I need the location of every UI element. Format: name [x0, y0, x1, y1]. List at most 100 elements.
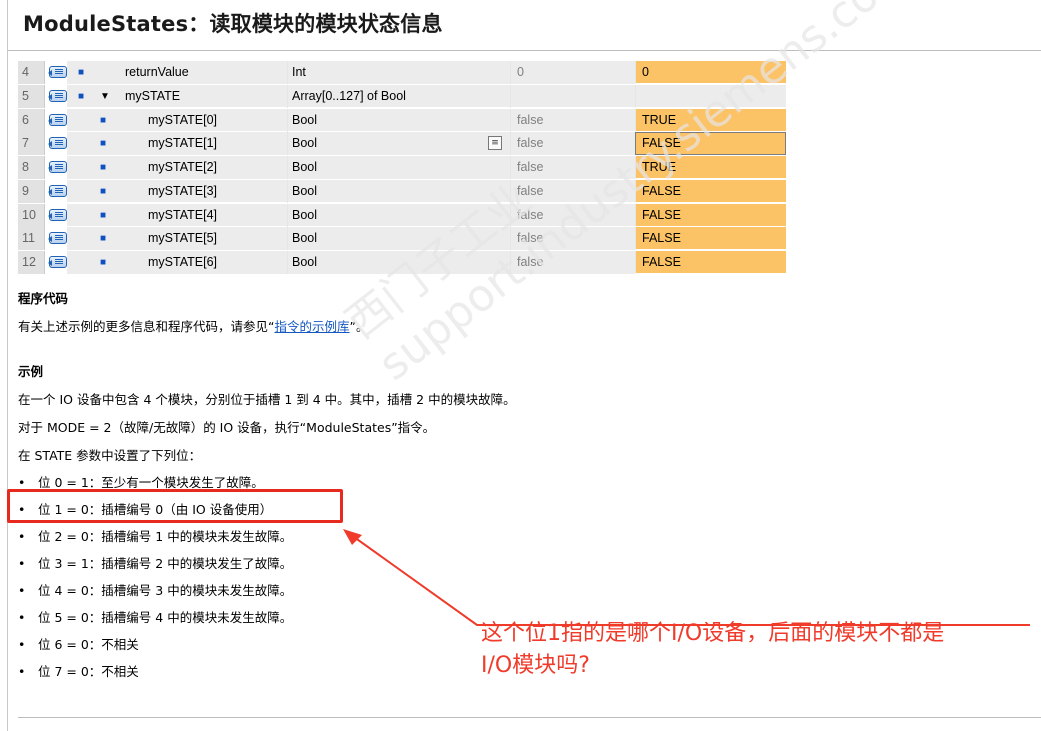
default-value: false	[510, 108, 635, 132]
variable-name: mySTATE[3]	[148, 183, 217, 198]
default-value: 0	[510, 61, 635, 84]
square-bullet-icon: ■	[100, 257, 107, 268]
bullet-item: • 位 3 = 1：插槽编号 2 中的模块发生了故障。	[18, 556, 293, 571]
variable-name: mySTATE[5]	[148, 231, 217, 246]
square-bullet-icon: ■	[100, 114, 107, 126]
data-type: Int	[287, 61, 510, 84]
row-number: 9	[18, 179, 45, 203]
footer-divider	[18, 717, 1041, 718]
row-number: 5	[18, 84, 45, 108]
input-param-icon	[45, 132, 67, 155]
default-value: false	[510, 132, 635, 156]
default-value: false	[510, 251, 635, 274]
table-row[interactable]: 9 ■ mySTATE[3] Bool false FALSE	[18, 179, 786, 204]
bullet-item: • 位 2 = 0：插槽编号 1 中的模块未发生故障。	[18, 529, 293, 544]
monitor-value[interactable]	[635, 84, 786, 108]
row-number: 8	[18, 156, 45, 179]
bullet-text: 位 6 = 0：不相关	[38, 637, 139, 652]
table-row[interactable]: 11 ■ mySTATE[5] Bool false FALSE	[18, 227, 786, 251]
data-type: Bool	[287, 108, 510, 132]
default-value: false	[510, 156, 635, 179]
row-number: 11	[18, 227, 45, 251]
variable-name: mySTATE[4]	[148, 207, 217, 222]
input-param-icon	[45, 204, 67, 227]
title-divider	[8, 50, 1041, 51]
example-line-3: 在 STATE 参数中设置了下列位：	[18, 448, 202, 463]
square-bullet-icon: ■	[100, 138, 107, 150]
bullet-text: 位 3 = 1：插槽编号 2 中的模块发生了故障。	[38, 556, 293, 571]
table-row[interactable]: 8 ■ mySTATE[2] Bool false TRUE	[18, 156, 786, 180]
default-value: false	[510, 179, 635, 203]
input-param-icon	[45, 85, 67, 108]
row-number: 12	[18, 251, 45, 274]
input-param-icon	[45, 180, 67, 203]
data-type: Bool	[287, 251, 510, 274]
square-bullet-icon: ■	[100, 185, 107, 197]
bullet-item: • 位 6 = 0：不相关	[18, 637, 139, 652]
window-left-edge	[0, 0, 8, 731]
row-number: 4	[18, 61, 45, 84]
bullet-text: 位 5 = 0：插槽编号 4 中的模块未发生故障。	[38, 610, 293, 625]
monitor-value[interactable]: TRUE	[635, 108, 786, 132]
monitor-value[interactable]: FALSE	[635, 132, 786, 156]
page-title: ModuleStates：读取模块的模块状态信息	[23, 12, 443, 36]
expand-arrow-icon[interactable]: ▼	[100, 85, 114, 108]
square-bullet-icon: ■	[78, 90, 85, 102]
input-param-icon	[45, 227, 67, 250]
program-code-text-after: ”。	[349, 319, 369, 334]
table-row[interactable]: 12 ■ mySTATE[6] Bool false FALSE	[18, 251, 786, 275]
list-button-icon[interactable]: ≡	[488, 136, 502, 151]
program-code-text-before: 有关上述示例的更多信息和程序代码，请参见“	[18, 319, 275, 334]
monitor-value[interactable]: TRUE	[635, 156, 786, 179]
table-row[interactable]: 10 ■ mySTATE[4] Bool false FALSE	[18, 203, 786, 228]
bullet-item: • 位 4 = 0：插槽编号 3 中的模块未发生故障。	[18, 583, 293, 598]
default-value: false	[510, 227, 635, 251]
monitor-value[interactable]: FALSE	[635, 203, 786, 227]
data-type: Bool	[287, 227, 510, 251]
program-code-text: 有关上述示例的更多信息和程序代码，请参见“指令的示例库”。	[18, 316, 368, 335]
monitor-value[interactable]: FALSE	[635, 227, 786, 251]
example-line-2: 对于 MODE = 2（故障/无故障）的 IO 设备，执行“ModuleStat…	[18, 420, 436, 435]
bullet-text: 位 4 = 0：插槽编号 3 中的模块未发生故障。	[38, 583, 293, 598]
variable-name: mySTATE[0]	[148, 112, 217, 127]
table-row[interactable]: 7 ■ mySTATE[1] Bool false FALSE ≡	[18, 132, 786, 156]
default-value	[510, 84, 635, 108]
variable-name: mySTATE[2]	[148, 160, 217, 174]
monitor-value[interactable]: FALSE	[635, 179, 786, 203]
data-type: Bool	[287, 179, 510, 203]
monitor-value[interactable]: 0	[635, 61, 786, 84]
square-bullet-icon: ■	[78, 67, 85, 78]
variable-name: mySTATE[6]	[148, 255, 217, 269]
data-type: Bool	[287, 132, 510, 156]
annotation-line-1: 这个位1指的是哪个I/O设备，后面的模块不都是	[481, 621, 945, 646]
row-number: 6	[18, 108, 45, 132]
table-row[interactable]: 5 ■ ▼ mySTATE Array[0..127] of Bool	[18, 84, 786, 109]
default-value: false	[510, 203, 635, 227]
example-line-1: 在一个 IO 设备中包含 4 个模块，分别位于插槽 1 到 4 中。其中，插槽 …	[18, 392, 516, 407]
input-param-icon	[45, 109, 67, 132]
data-type: Bool	[287, 156, 510, 179]
variable-name: returnValue	[125, 65, 189, 79]
highlight-box	[7, 489, 343, 523]
program-code-heading: 程序代码	[18, 291, 69, 306]
row-number: 7	[18, 132, 45, 156]
annotation-line-2: I/O模块吗?	[481, 653, 590, 678]
example-library-link[interactable]: 指令的示例库	[274, 319, 349, 334]
annotation-comment: 这个位1指的是哪个I/O设备，后面的模块不都是 I/O模块吗?	[481, 618, 1041, 682]
example-heading: 示例	[18, 364, 44, 379]
square-bullet-icon: ■	[100, 162, 107, 173]
input-param-icon	[45, 156, 67, 179]
bullet-item: • 位 5 = 0：插槽编号 4 中的模块未发生故障。	[18, 610, 293, 625]
bullet-text: 位 7 = 0：不相关	[38, 664, 139, 679]
variable-name: mySTATE[1]	[148, 136, 217, 151]
input-param-icon	[45, 61, 67, 84]
row-number: 10	[18, 203, 45, 227]
variable-name: mySTATE	[125, 88, 181, 103]
bullet-item: • 位 7 = 0：不相关	[18, 664, 139, 679]
table-row[interactable]: 4 ■ returnValue Int 0 0	[18, 61, 786, 85]
data-type: Array[0..127] of Bool	[287, 84, 510, 108]
table-row[interactable]: 6 ■ mySTATE[0] Bool false TRUE	[18, 108, 786, 133]
monitor-value[interactable]: FALSE	[635, 251, 786, 274]
bullet-text: 位 2 = 0：插槽编号 1 中的模块未发生故障。	[38, 529, 293, 544]
bullet-text: 位 0 = 1：至少有一个模块发生了故障。	[38, 475, 264, 490]
